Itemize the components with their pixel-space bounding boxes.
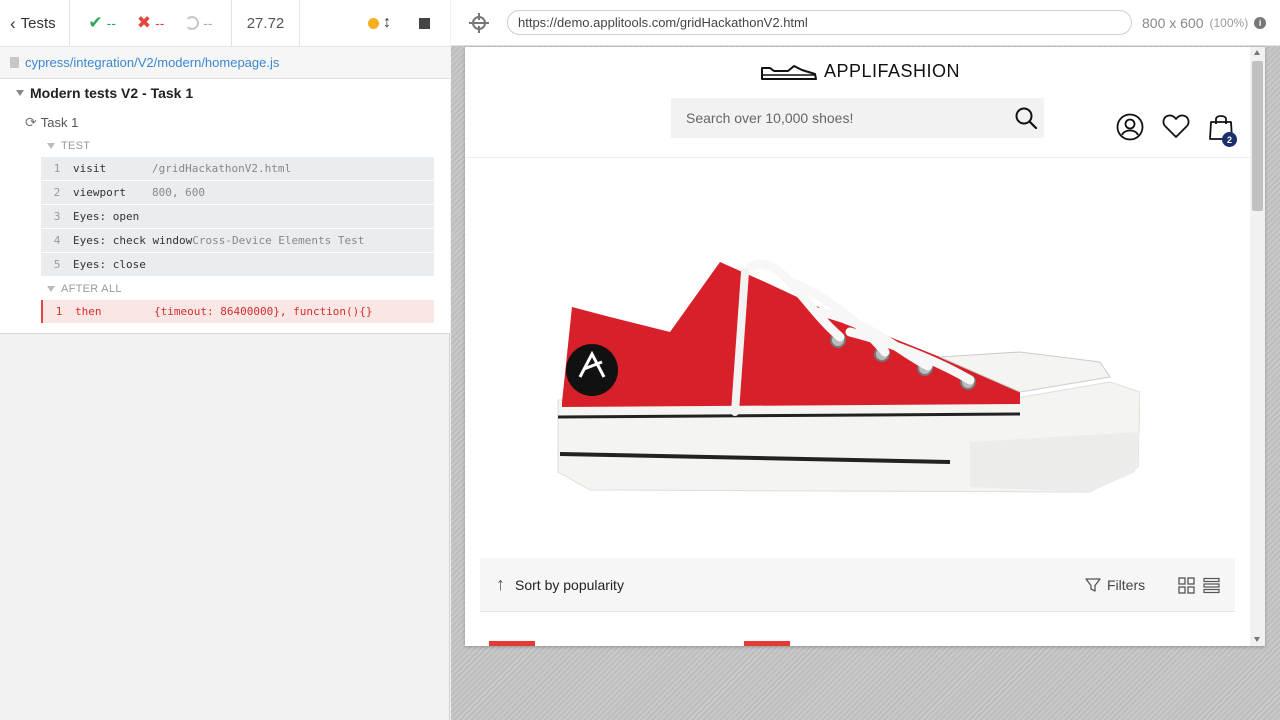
hero-shoe-image (557, 260, 1140, 493)
crosshair-icon (469, 12, 489, 33)
spec-path-label[interactable]: cypress/integration/V2/modern/homepage.j… (25, 55, 279, 70)
test-title-row[interactable]: ⟳ Task 1 (25, 114, 78, 131)
after-all-label: AFTER ALL (61, 283, 122, 295)
sort-bar: ↑ Sort by popularity Filters (480, 558, 1235, 612)
passed-count: -- (106, 15, 116, 31)
product-badge (489, 641, 535, 646)
header-divider (465, 157, 1250, 158)
scroll-up-arrow-icon[interactable] (1254, 50, 1260, 55)
check-icon: ✔ (88, 13, 103, 32)
failed-command-row[interactable]: 1 then {timeout: 86400000}, function(){} (41, 300, 434, 323)
pending-icon (185, 16, 200, 30)
logo-text: APPLIFASHION (824, 61, 961, 81)
scrollbar-thumb[interactable] (1252, 61, 1263, 211)
spec-path[interactable]: cypress/integration/V2/modern/homepage.j… (0, 47, 450, 79)
command-message: 800, 600 (152, 186, 205, 199)
command-row[interactable]: 1 visit /gridHackathonV2.html (41, 157, 434, 180)
reporter-panel: ‹ Tests ✔ -- ✖ -- -- 27.72 ↕ cypress/int… (0, 0, 450, 720)
wishlist-heart-icon[interactable] (1162, 113, 1190, 139)
tests-label: Tests (20, 14, 56, 32)
failed-stat: ✖ -- (137, 13, 165, 33)
duration: 27.72 (232, 0, 300, 46)
stop-button[interactable] (419, 17, 430, 29)
command-number: 1 (53, 162, 61, 175)
command-number: 5 (53, 258, 61, 271)
command-name: viewport (73, 186, 126, 199)
file-icon (10, 57, 19, 68)
command-row[interactable]: 4 Eyes: check window Cross-Device Elemen… (41, 229, 434, 252)
running-indicator-icon (368, 17, 379, 29)
filters-label: Filters (1107, 577, 1146, 593)
search-input[interactable]: Search over 10,000 shoes! (671, 98, 1044, 138)
chevron-left-icon: ‹ (10, 13, 16, 33)
selector-playground-button[interactable] (451, 12, 507, 33)
pending-count: -- (203, 15, 213, 31)
command-row[interactable]: 2 viewport 800, 600 (41, 181, 434, 204)
info-icon[interactable]: i (1254, 16, 1267, 29)
aut-header: https://demo.applitools.com/gridHackatho… (451, 0, 1280, 46)
site-logo[interactable]: APPLIFASHION (760, 61, 960, 82)
command-number: 1 (55, 305, 63, 318)
filters-button[interactable]: Filters (1085, 577, 1145, 593)
aut-iframe: APPLIFASHION Search over 10,000 shoes! 2 (465, 47, 1265, 646)
cart-count-badge: 2 (1222, 132, 1237, 147)
filter-funnel-icon (1085, 578, 1101, 592)
command-number: 2 (53, 186, 61, 199)
passed-stat: ✔ -- (88, 13, 116, 33)
url-bar[interactable]: https://demo.applitools.com/gridHackatho… (507, 10, 1132, 35)
viewport-zoom: (100%) (1209, 15, 1249, 30)
shoe-logo-icon (761, 64, 817, 80)
command-name: visit (73, 162, 107, 175)
run-controls: ↕ (300, 0, 450, 46)
caret-down-icon (47, 143, 55, 149)
sort-arrow-icon[interactable]: ↑ (496, 574, 505, 595)
scroll-down-arrow-icon[interactable] (1254, 637, 1260, 642)
caret-down-icon (16, 90, 24, 96)
command-row[interactable]: 3 Eyes: open (41, 205, 434, 228)
command-tree: Modern tests V2 - Task 1 ⟳ Task 1 TEST 1… (0, 79, 450, 334)
command-name: then (75, 305, 102, 318)
running-spinner-icon: ⟳ (25, 114, 37, 130)
command-message: /gridHackathonV2.html (152, 162, 292, 175)
sort-dropdown[interactable]: Sort by popularity (515, 577, 624, 593)
command-name: Eyes: close (73, 258, 146, 271)
suite-title-row[interactable]: Modern tests V2 - Task 1 (16, 85, 193, 101)
viewport-size: 800 x 600 (1142, 14, 1204, 31)
grid-view-icon[interactable] (1178, 577, 1195, 594)
command-name: Eyes: open (73, 210, 140, 223)
suite-title: Modern tests V2 - Task 1 (30, 85, 194, 101)
command-row[interactable]: 5 Eyes: close (41, 253, 434, 276)
reporter-header: ‹ Tests ✔ -- ✖ -- -- 27.72 ↕ (0, 0, 450, 47)
command-number: 4 (53, 234, 61, 247)
tests-button[interactable]: ‹ Tests (0, 0, 70, 46)
command-name: Eyes: check window (73, 234, 193, 247)
test-title: Task 1 (40, 115, 79, 130)
viewport-info[interactable]: 800 x 600 (100%) i (1142, 14, 1267, 31)
test-section-label: TEST (61, 140, 91, 152)
search-icon[interactable] (1014, 106, 1038, 130)
x-icon: ✖ (136, 13, 152, 32)
caret-down-icon (47, 286, 55, 292)
after-all-section-header[interactable]: AFTER ALL (47, 283, 122, 295)
auto-scroll-icon[interactable]: ↕ (383, 14, 391, 32)
test-section-header[interactable]: TEST (47, 140, 90, 152)
command-number: 3 (53, 210, 61, 223)
aut-scrollbar[interactable] (1250, 47, 1265, 646)
list-view-icon[interactable] (1203, 577, 1220, 594)
test-stats: ✔ -- ✖ -- -- (70, 0, 232, 46)
search-placeholder: Search over 10,000 shoes! (686, 110, 854, 126)
pending-stat: -- (185, 15, 213, 31)
product-badge (744, 641, 790, 646)
command-message: Cross-Device Elements Test (192, 234, 365, 247)
user-account-icon[interactable] (1116, 113, 1144, 141)
failed-count: -- (155, 15, 165, 31)
command-message: {timeout: 86400000}, function(){} (154, 305, 373, 318)
